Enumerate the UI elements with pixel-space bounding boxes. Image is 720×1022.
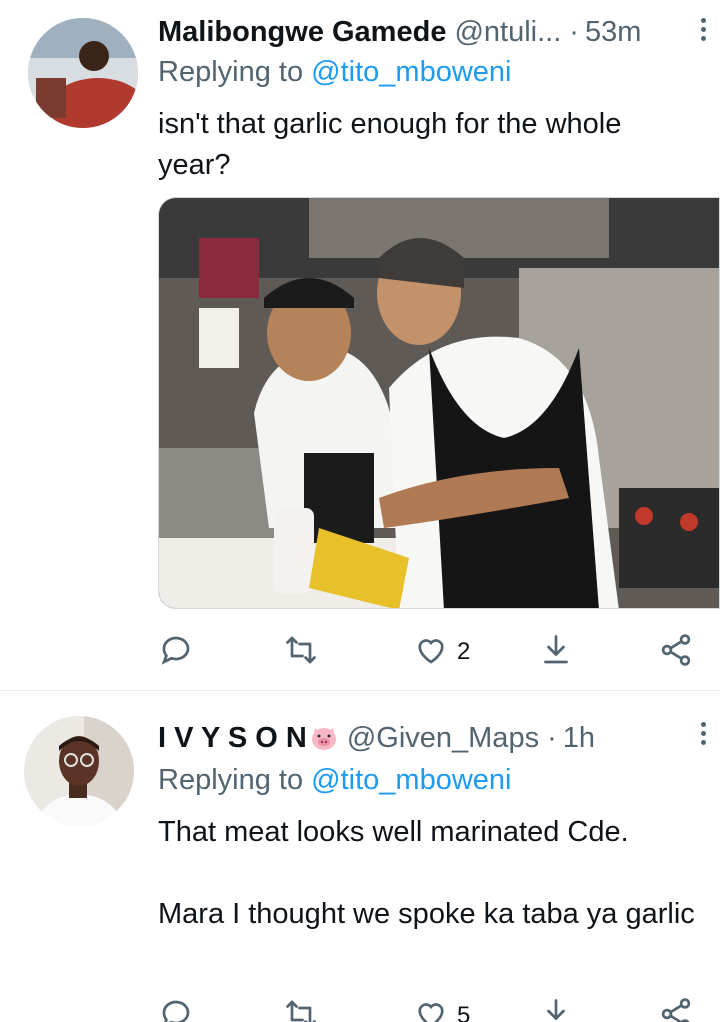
tweet-2[interactable]: I V Y S O N @Given_Maps · 1h Replying to… bbox=[0, 700, 720, 1022]
heart-icon bbox=[413, 996, 449, 1022]
separator-dot: · bbox=[547, 721, 557, 754]
heart-icon bbox=[413, 632, 449, 673]
retweet-button[interactable] bbox=[283, 632, 319, 672]
reply-icon bbox=[158, 632, 194, 673]
display-name[interactable]: Malibongwe Gamede bbox=[158, 16, 446, 49]
download-button[interactable] bbox=[538, 632, 574, 672]
pig-emoji-icon bbox=[309, 724, 339, 752]
download-icon bbox=[538, 996, 574, 1022]
tweet-text-line: That meat looks well marinated Cde. bbox=[158, 816, 629, 848]
timestamp[interactable]: 53m bbox=[585, 16, 641, 49]
user-handle[interactable]: @ntuli... bbox=[454, 16, 561, 49]
download-button[interactable] bbox=[538, 996, 574, 1022]
mention-link[interactable]: @tito_mboweni bbox=[311, 764, 511, 796]
reply-icon bbox=[158, 996, 194, 1022]
tweet-actions: 5 bbox=[158, 996, 698, 1022]
replying-label: Replying to bbox=[158, 764, 304, 796]
replying-to: Replying to @tito_mboweni bbox=[158, 56, 511, 89]
tweet-text: That meat looks well marinated Cde. Mara… bbox=[158, 812, 698, 935]
mention-link[interactable]: @tito_mboweni bbox=[311, 56, 511, 88]
tweet-text: isn't that garlic enough for the whole y… bbox=[158, 108, 622, 181]
replying-to: Replying to @tito_mboweni bbox=[158, 764, 511, 797]
display-name[interactable]: I V Y S O N bbox=[158, 722, 307, 755]
like-button[interactable]: 5 bbox=[413, 996, 470, 1022]
retweet-icon bbox=[283, 996, 319, 1022]
user-handle[interactable]: @Given_Maps bbox=[347, 722, 539, 755]
tweet-1[interactable]: Malibongwe Gamede @ntuli... · 53m Replyi… bbox=[0, 0, 720, 690]
tweet-text-line: Mara I thought we spoke ka taba ya garli… bbox=[158, 898, 695, 930]
retweet-button[interactable] bbox=[283, 996, 319, 1022]
more-icon[interactable] bbox=[698, 720, 708, 747]
tweet-header: Malibongwe Gamede @ntuli... · 53m bbox=[158, 10, 641, 54]
text-spacer bbox=[158, 853, 698, 894]
share-button[interactable] bbox=[658, 996, 694, 1022]
share-icon bbox=[658, 996, 694, 1022]
reply-button[interactable] bbox=[158, 632, 194, 672]
tweet-photo[interactable] bbox=[158, 197, 720, 609]
replying-label: Replying to bbox=[158, 56, 304, 88]
tweet-header: I V Y S O N @Given_Maps · 1h bbox=[158, 716, 595, 760]
reply-button[interactable] bbox=[158, 996, 194, 1022]
separator-dot: · bbox=[569, 15, 579, 48]
like-count: 2 bbox=[457, 638, 471, 665]
tweet-actions: 2 bbox=[158, 632, 698, 672]
download-icon bbox=[538, 632, 574, 673]
share-button[interactable] bbox=[658, 632, 694, 672]
timestamp[interactable]: 1h bbox=[563, 722, 595, 755]
more-icon[interactable] bbox=[698, 16, 708, 43]
avatar[interactable] bbox=[28, 18, 138, 128]
tweet-divider bbox=[0, 690, 720, 691]
share-icon bbox=[658, 632, 694, 673]
avatar[interactable] bbox=[24, 716, 134, 826]
retweet-icon bbox=[283, 632, 319, 673]
like-count: 5 bbox=[457, 1002, 471, 1022]
like-button[interactable]: 2 bbox=[413, 632, 470, 672]
